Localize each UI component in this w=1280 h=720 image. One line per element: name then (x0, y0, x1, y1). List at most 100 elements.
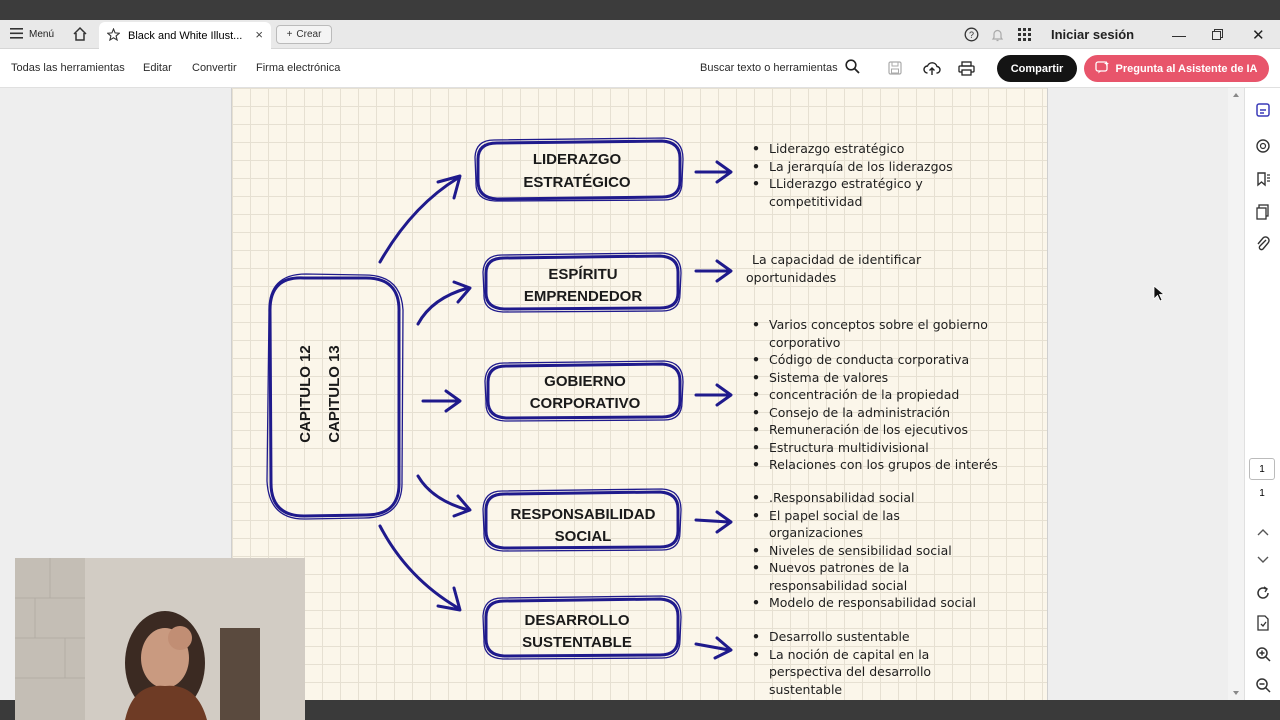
espiritu-note: La capacidad de identificar oportunidade… (746, 252, 922, 285)
bell-icon[interactable] (991, 20, 1004, 49)
minimize-icon[interactable]: — (1172, 20, 1186, 49)
node-espiritu-line2: EMPRENDEDOR (524, 288, 643, 305)
node-gobierno-line1: GOBIERNO (544, 373, 626, 390)
bullet-item: .Responsabilidad social (752, 489, 982, 507)
ai-assistant-button[interactable]: Pregunta al Asistente de IA (1084, 55, 1269, 82)
ai-assistant-label: Pregunta al Asistente de IA (1115, 62, 1258, 75)
star-icon[interactable] (106, 27, 121, 44)
responsabilidad-list: .Responsabilidad socialEl papel social d… (752, 489, 982, 612)
node-box-gobierno-stroke-2 (484, 360, 684, 422)
ai-sparkle-icon (1095, 60, 1110, 77)
bullet-item: Desarrollo sustentable (752, 628, 952, 646)
attachment-icon[interactable] (1252, 233, 1274, 255)
center-label-13: CAPITULO 13 (326, 345, 343, 443)
plus-icon: + (286, 29, 293, 40)
node-espiritu-line1: ESPÍRITU (548, 266, 617, 283)
node-desarrollo-line1: DESARROLLO (525, 612, 630, 629)
bookmark-icon[interactable] (1252, 168, 1274, 190)
page-export-icon[interactable] (1252, 612, 1274, 634)
arrow-to-gobierno (421, 389, 462, 413)
arrow-desarrollo-list (694, 636, 733, 660)
convert-button[interactable]: Convertir (192, 49, 237, 87)
page-number-input[interactable]: 1 (1249, 458, 1275, 480)
menu-label: Menú (29, 29, 55, 40)
node-desarrollo-line2: SUSTENTABLE (522, 634, 632, 651)
bullet-item: Nuevos patrones de la responsabilidad so… (752, 559, 982, 594)
arrow-gobierno-list (694, 383, 733, 407)
search-tools-button[interactable]: Buscar texto o herramientas (700, 49, 860, 87)
presenter-image (15, 558, 305, 720)
bullet-item: Remuneración de los ejecutivos (752, 421, 1014, 439)
apps-grid-icon[interactable] (1018, 20, 1031, 49)
save-icon[interactable] (888, 49, 902, 87)
node-box-liderazgo-stroke-2 (474, 137, 684, 202)
node-liderazgo-line2: ESTRATÉGICO (523, 174, 631, 191)
create-label: Crear (296, 29, 322, 40)
page-total: 1 (1259, 488, 1265, 499)
menu-button[interactable]: Menú (10, 20, 54, 49)
search-label: Buscar texto o herramientas (700, 62, 838, 74)
document-tab[interactable]: Black and White Illust... × (99, 22, 271, 49)
arrow-to-responsabilidad (416, 474, 472, 518)
arrow-to-liderazgo (378, 174, 462, 264)
bullet-item: La noción de capital en la perspectiva d… (752, 646, 952, 699)
svg-text:?: ? (969, 30, 974, 40)
pdf-page: CAPITULO 12 CAPITULO 13 LIDERAZGO ESTRAT… (231, 88, 1048, 700)
hamburger-icon (10, 27, 23, 42)
webcam-overlay (15, 558, 305, 720)
bullet-item: concentración de la propiedad (752, 386, 1014, 404)
arrow-to-desarrollo (378, 524, 462, 612)
right-tool-rail: 1 1 (1244, 88, 1280, 700)
comment-icon[interactable] (1252, 135, 1274, 157)
chevron-down-icon[interactable] (1252, 549, 1274, 571)
bullet-item: La jerarquía de los liderazgos (752, 158, 982, 176)
edit-button[interactable]: Editar (143, 49, 172, 87)
cloud-upload-icon[interactable] (923, 49, 941, 87)
chevron-up-icon[interactable] (1252, 521, 1274, 543)
node-responsabilidad-line1: RESPONSABILIDAD (510, 506, 655, 523)
desarrollo-list: Desarrollo sustentableLa noción de capit… (752, 628, 952, 698)
tab-bar: Menú Black and White Illust... × + Crear… (0, 20, 1280, 49)
os-title-strip (0, 0, 1280, 20)
close-tab-icon[interactable]: × (255, 27, 263, 42)
bullet-item: Sistema de valores (752, 369, 1014, 387)
home-icon (72, 26, 88, 44)
arrow-to-espiritu (416, 280, 472, 326)
node-gobierno-line2: CORPORATIVO (530, 395, 641, 412)
restore-icon[interactable] (1212, 20, 1223, 49)
help-icon[interactable]: ? (964, 20, 979, 49)
all-tools-button[interactable]: Todas las herramientas (11, 49, 125, 87)
arrow-liderazgo-list (694, 160, 733, 184)
refresh-icon[interactable] (1252, 582, 1274, 604)
bullet-item: Modelo de responsabilidad social (752, 594, 982, 612)
bullet-item: Estructura multidivisional (752, 439, 1014, 457)
arrow-espiritu-list (694, 259, 733, 283)
home-button[interactable] (72, 20, 88, 49)
arrow-responsabilidad-list (694, 510, 733, 534)
vertical-scrollbar[interactable] (1228, 88, 1244, 700)
search-icon (844, 59, 860, 77)
zoom-in-icon[interactable] (1252, 643, 1274, 665)
node-responsabilidad-line2: SOCIAL (555, 528, 612, 545)
bullet-item: Liderazgo estratégico (752, 140, 982, 158)
node-liderazgo-line1: LIDERAZGO (533, 151, 622, 168)
bullet-item: Consejo de la administración (752, 404, 1014, 422)
ai-panel-icon[interactable] (1252, 99, 1274, 121)
bullet-item: LLiderazgo estratégico y competitividad (752, 175, 982, 210)
zoom-out-icon[interactable] (1252, 674, 1274, 696)
close-window-icon[interactable]: ✕ (1252, 20, 1265, 49)
esign-button[interactable]: Firma electrónica (256, 49, 340, 87)
bullet-item: Código de conducta corporativa (752, 351, 1014, 369)
pages-icon[interactable] (1252, 201, 1274, 223)
create-button[interactable]: + Crear (276, 25, 332, 44)
tab-title: Black and White Illust... (128, 29, 243, 42)
bullet-item: Relaciones con los grupos de interés (752, 456, 1014, 474)
print-icon[interactable] (958, 49, 975, 87)
gobierno-list: Varios conceptos sobre el gobierno corpo… (752, 316, 1014, 474)
signin-button[interactable]: Iniciar sesión (1051, 20, 1134, 49)
share-button[interactable]: Compartir (997, 55, 1077, 82)
main-toolbar: Todas las herramientas Editar Convertir … (0, 49, 1280, 88)
mouse-cursor-icon (1153, 285, 1165, 302)
bullet-item: Niveles de sensibilidad social (752, 542, 982, 560)
center-label-12: CAPITULO 12 (297, 345, 314, 443)
